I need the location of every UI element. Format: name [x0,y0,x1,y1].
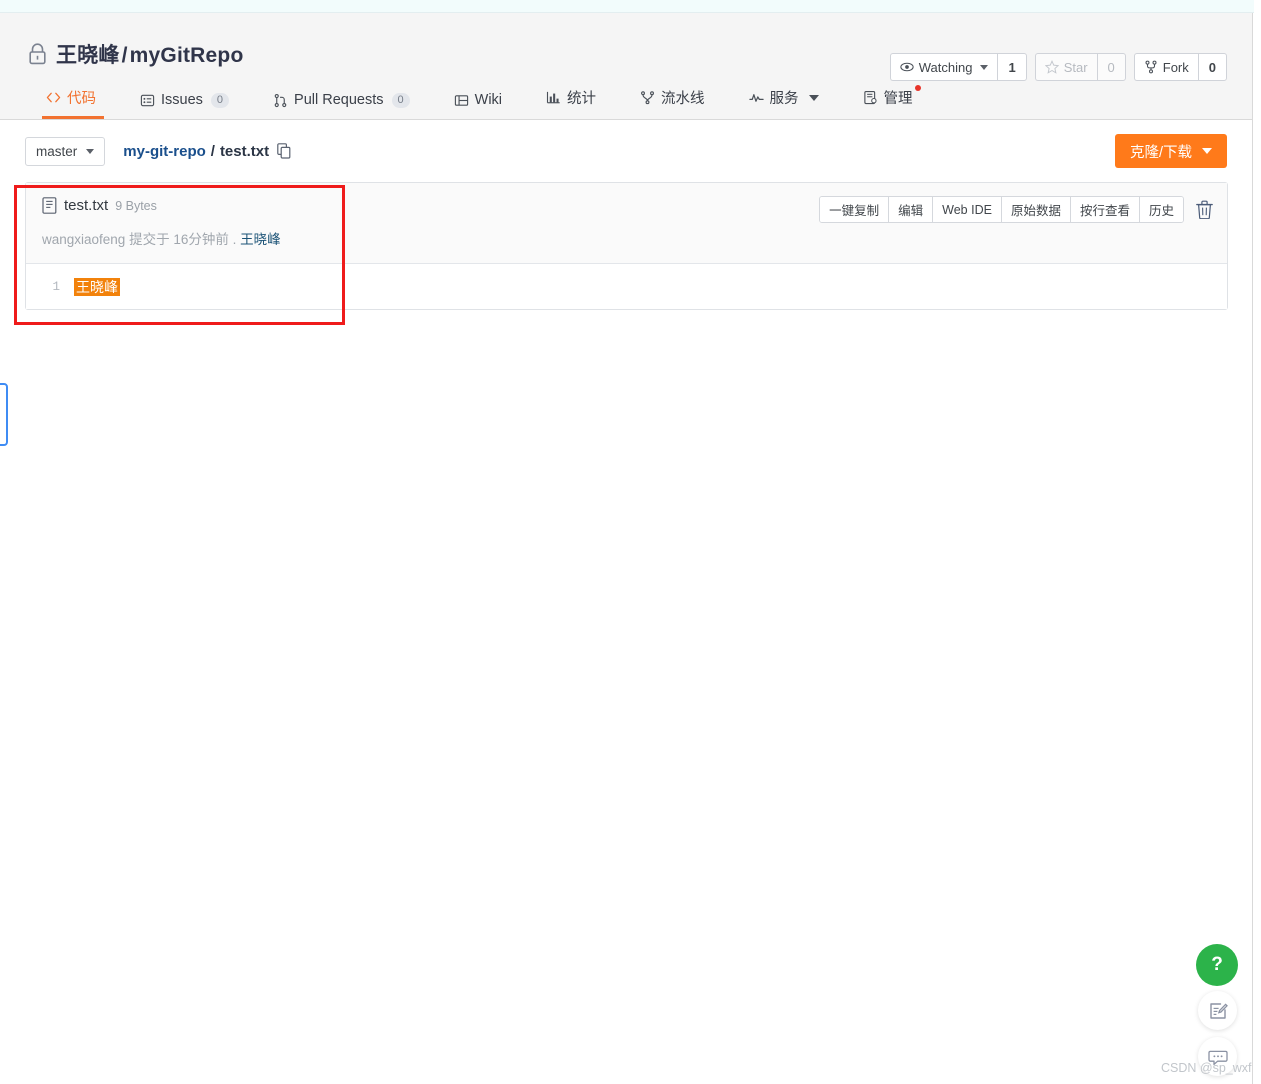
repo-name[interactable]: myGitRepo [130,44,244,67]
tab-manage-label: 管理 [883,91,913,107]
star-label: Star [1063,59,1088,75]
chevron-down-icon [980,64,989,70]
file-commit-message: wangxiaofeng 提交于 16分钟前 . [42,232,237,247]
breadcrumb-separator: / [210,142,215,160]
watermark: CSDN @sp_wxf [1161,1061,1252,1075]
repo-title-row: 王晓峰/myGitRepo [28,39,243,69]
page-root: 王晓峰/myGitRepo Watching 1 Star 0 Fork 0 代… [0,0,1261,1084]
edit-button[interactable]: 编辑 [889,197,934,222]
question-mark-icon: ? [1211,954,1223,975]
tab-statistics-label: 统计 [567,91,597,107]
pull-request-icon [273,93,288,108]
issue-icon [140,93,155,108]
stats-icon [546,90,561,105]
file-size: 9 Bytes [115,198,157,213]
web-ide-button[interactable]: Web IDE [933,197,1002,222]
file-content-body: 1 王晓峰 [26,264,1227,309]
tab-pull-requests-count: 0 [391,92,410,108]
file-toolbar: master my-git-repo / test.txt 克隆/下载 [25,120,1227,182]
watching-button-group: Watching 1 [889,53,1027,81]
clone-download-button[interactable]: 克隆/下载 [1114,134,1227,168]
tab-code-label: 代码 [67,91,96,107]
clone-download-label: 克隆/下载 [1129,144,1192,161]
tab-pipeline-label: 流水线 [661,91,705,107]
chevron-down-icon [808,94,819,101]
repo-owner[interactable]: 王晓峰 [56,44,120,67]
file-action-button-group: 一键复制 编辑 Web IDE 原始数据 按行查看 历史 [819,196,1184,223]
manage-icon [863,90,878,105]
tab-wiki[interactable]: Wiki [432,92,524,119]
chevron-down-icon [1202,148,1212,154]
watching-count[interactable]: 1 [997,53,1027,81]
fork-button-group: Fork 0 [1133,53,1227,81]
file-card: test.txt 9 Bytes wangxiaofeng 提交于 16分钟前 … [25,182,1228,310]
top-accent-strip [0,0,1254,13]
breadcrumb-current-file: test.txt [219,142,270,160]
copy-icon[interactable] [274,143,291,159]
tab-pull-requests[interactable]: Pull Requests 0 [251,92,432,119]
star-button-group: Star 0 [1034,53,1126,81]
repo-content: master my-git-repo / test.txt 克隆/下载 test… [0,120,1252,310]
trash-icon[interactable] [1196,200,1213,219]
tab-issues-label: Issues [161,92,203,108]
eye-icon [900,60,914,74]
pipeline-icon [640,90,655,105]
feedback-button[interactable] [1198,991,1237,1030]
wiki-icon [454,93,469,108]
feedback-edit-icon [1208,1001,1228,1021]
tab-pull-requests-label: Pull Requests [294,92,384,108]
code-icon [46,90,61,105]
header-actions: Watching 1 Star 0 Fork 0 [889,53,1227,81]
file-commit-author[interactable]: 王晓峰 [240,232,281,247]
watching-label: Watching [918,59,973,75]
watching-button[interactable]: Watching [889,53,998,81]
notification-dot [914,85,921,91]
code-line-row: 1 王晓峰 [26,264,1227,309]
code-line-content: 王晓峰 [74,277,120,297]
help-button[interactable]: ? [1196,944,1238,986]
tab-services-label: 服务 [769,91,799,107]
tab-pipeline[interactable]: 流水线 [618,87,727,119]
fork-button[interactable]: Fork [1133,53,1198,81]
line-number: 1 [52,279,60,294]
file-card-header: test.txt 9 Bytes wangxiaofeng 提交于 16分钟前 … [26,183,1227,264]
breadcrumb: my-git-repo / test.txt [123,143,291,160]
file-name: test.txt [64,197,109,214]
tab-services[interactable]: 服务 [727,87,841,119]
tab-wiki-label: Wiki [474,92,503,108]
breadcrumb-repo[interactable]: my-git-repo [123,143,206,160]
file-action-bar: 一键复制 编辑 Web IDE 原始数据 按行查看 历史 [819,196,1213,223]
tab-issues[interactable]: Issues 0 [118,92,251,119]
history-button[interactable]: 历史 [1139,197,1183,222]
repo-nav-tabs: 代码 Issues 0 Pull Requests 0 Wiki 统计 流水线 … [28,85,935,119]
tab-issues-count: 0 [210,92,230,108]
raw-data-button[interactable]: 原始数据 [1001,197,1071,222]
repo-title-separator: / [121,44,128,67]
tab-manage[interactable]: 管理 [841,85,935,119]
service-icon [748,90,764,105]
fork-count[interactable]: 0 [1197,53,1227,81]
star-button[interactable]: Star [1034,53,1097,81]
repo-header: 王晓峰/myGitRepo Watching 1 Star 0 Fork 0 代… [0,13,1252,120]
copy-all-button[interactable]: 一键复制 [820,197,890,222]
blame-button[interactable]: 按行查看 [1070,197,1140,222]
tab-statistics[interactable]: 统计 [524,87,618,119]
lock-icon [28,43,47,65]
fork-icon [1144,60,1158,74]
tab-code[interactable]: 代码 [28,87,118,119]
page-title: 王晓峰/myGitRepo [56,39,243,69]
left-edge-panel-handle[interactable] [0,383,8,446]
star-count[interactable]: 0 [1096,53,1126,81]
fork-label: Fork [1162,59,1189,75]
app-column: 王晓峰/myGitRepo Watching 1 Star 0 Fork 0 代… [0,13,1253,1084]
chevron-down-icon [86,148,95,154]
branch-selector[interactable]: master [25,136,106,166]
highlighted-text: 王晓峰 [74,277,120,296]
file-text-icon [42,197,57,214]
branch-selector-label: master [36,143,78,159]
star-icon [1044,60,1059,74]
file-commit-info: wangxiaofeng 提交于 16分钟前 . 王晓峰 [42,228,1211,248]
